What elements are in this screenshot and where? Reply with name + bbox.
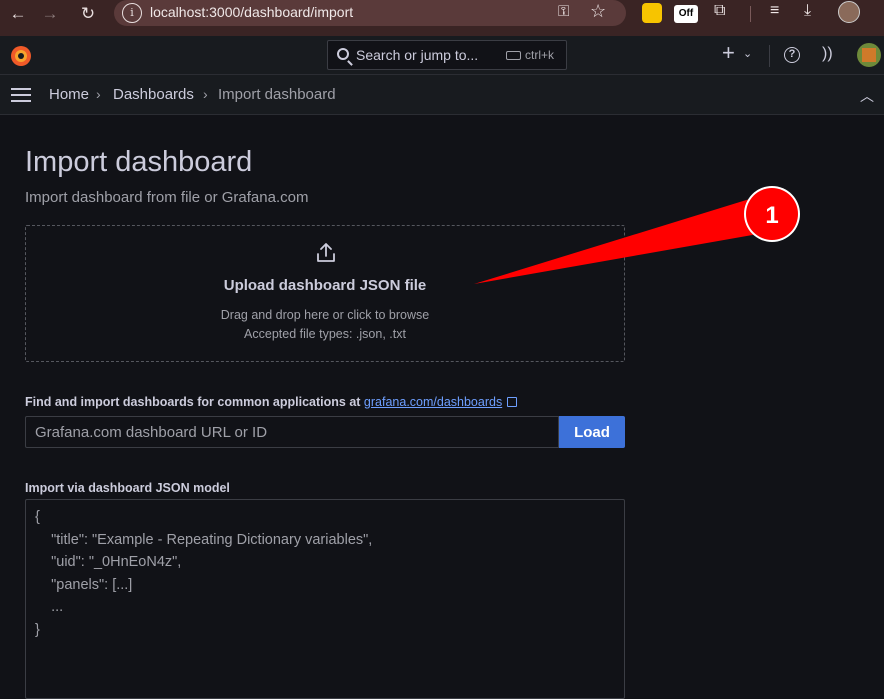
upload-icon	[317, 243, 335, 262]
extensions-puzzle-icon[interactable]: ⧉	[714, 2, 725, 20]
json-model-textarea[interactable]: { "title": "Example - Repeating Dictiona…	[25, 499, 625, 699]
upload-hint: Drag and drop here or click to browse	[220, 308, 430, 322]
download-icon[interactable]: ⤓	[804, 2, 811, 20]
grafana-com-url-input[interactable]	[25, 416, 559, 448]
annotation-badge	[746, 188, 798, 240]
url-text: localhost:3000/dashboard/import	[150, 4, 354, 20]
search-bar[interactable]: Search or jump to... ctrl+k	[327, 40, 567, 70]
json-placeholder-line: "uid": "_0HnEoN4z",	[35, 554, 182, 570]
json-model-label: Import via dashboard JSON model	[25, 481, 230, 495]
chevron-down-icon[interactable]: ⌄	[743, 47, 752, 60]
forward-icon[interactable]: →	[36, 3, 64, 25]
bookmark-star-icon[interactable]: ☆	[590, 1, 606, 22]
chevron-up-icon[interactable]: ︿	[860, 86, 874, 106]
hamburger-menu-icon[interactable]	[11, 88, 31, 102]
grafana-com-label-text: Find and import dashboards for common ap…	[25, 395, 364, 409]
page-title: Import dashboard	[25, 146, 253, 178]
keyboard-icon	[506, 51, 521, 60]
grafana-logo-icon[interactable]	[9, 44, 33, 68]
load-button[interactable]: Load	[559, 416, 625, 448]
media-queue-icon[interactable]: ≡	[770, 2, 779, 20]
toolbar-divider	[750, 6, 751, 22]
annotation-badge-ring	[744, 186, 800, 242]
annotation-number: 1	[765, 202, 778, 229]
plus-icon[interactable]: +	[722, 40, 735, 66]
json-placeholder-line: "title": "Example - Repeating Dictionary…	[35, 531, 373, 548]
external-link-icon	[507, 397, 518, 407]
json-placeholder-line: }	[35, 621, 40, 638]
browser-toolbar: ← → ↻ i localhost:3000/dashboard/import …	[0, 0, 884, 36]
upload-dropzone[interactable]: Upload dashboard JSON file Drag and drop…	[25, 225, 625, 362]
page-subtitle: Import dashboard from file or Grafana.co…	[25, 189, 309, 206]
breadcrumb-separator: ›	[203, 86, 208, 102]
json-placeholder-line: "panels": [...]	[35, 576, 133, 593]
back-icon[interactable]: ←	[4, 3, 32, 25]
search-icon	[337, 48, 349, 60]
browser-profile-avatar[interactable]	[838, 1, 860, 23]
grafana-com-label: Find and import dashboards for common ap…	[25, 395, 518, 409]
password-key-icon[interactable]: ⚿	[558, 3, 569, 20]
nav-divider	[769, 45, 770, 67]
breadcrumb-separator: ›	[96, 86, 101, 102]
upload-file-types: Accepted file types: .json, .txt	[244, 327, 406, 341]
address-bar[interactable]: i localhost:3000/dashboard/import ⚿ ☆	[114, 0, 626, 26]
help-icon[interactable]: ?	[784, 47, 800, 63]
top-navigation: Search or jump to... ctrl+k + ⌄ ? ))	[0, 36, 884, 75]
user-avatar[interactable]	[857, 43, 881, 67]
search-placeholder: Search or jump to...	[356, 47, 479, 63]
json-placeholder-line: {	[35, 509, 40, 525]
reload-icon[interactable]: ↻	[74, 3, 102, 25]
upload-title: Upload dashboard JSON file	[223, 277, 427, 294]
extension-notes-icon[interactable]	[642, 3, 662, 23]
breadcrumb-bar: Home › Dashboards › Import dashboard ︿	[0, 75, 884, 115]
breadcrumb-home[interactable]: Home	[49, 86, 89, 103]
news-rss-icon[interactable]: ))	[822, 45, 833, 63]
grafana-com-link[interactable]: grafana.com/dashboards	[364, 395, 502, 409]
site-info-icon[interactable]: i	[122, 3, 142, 23]
extension-off-badge[interactable]: Off	[674, 5, 698, 23]
breadcrumb-current: Import dashboard	[218, 86, 336, 103]
json-placeholder-line: ...	[35, 599, 64, 615]
search-shortcut: ctrl+k	[525, 48, 555, 62]
breadcrumb-dashboards[interactable]: Dashboards	[113, 86, 194, 103]
